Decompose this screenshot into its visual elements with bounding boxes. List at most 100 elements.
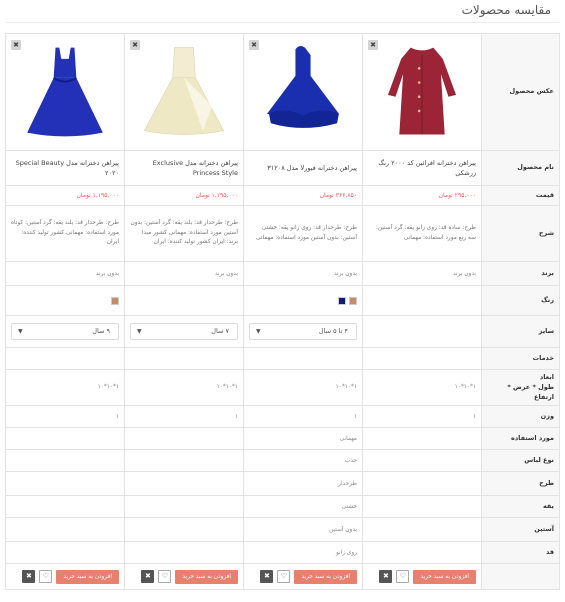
product-image-cell: ✖	[124, 33, 244, 151]
product-price-cell: ۱,۱۹۵,۰۰۰ تومان	[124, 185, 244, 206]
close-icon[interactable]: ✖	[260, 570, 274, 584]
product-sleeve-cell	[362, 517, 482, 543]
close-icon[interactable]: ✖	[130, 40, 140, 50]
row-length: قد روی زانو	[5, 541, 560, 565]
product-brand: بدون برند	[214, 270, 238, 277]
product-image-cell: ✖	[362, 33, 482, 151]
product-design-cell	[362, 471, 482, 497]
product-name-link[interactable]: پیراهن دخترانه فیورلا مدل ۳۱۲۰۸	[249, 163, 357, 173]
product-length-cell	[362, 541, 482, 565]
close-icon[interactable]: ✖	[379, 570, 393, 584]
heart-icon[interactable]: ♡	[277, 570, 291, 584]
product-price: ۲۹۵,۰۰۰ تومان	[438, 192, 476, 199]
row-dims: ابعاد طول * عرض * ارتفاع ۱۰*۱۰*۱ ۱۰*۱۰*۱ ۱۰…	[5, 368, 560, 407]
product-design-cell	[124, 471, 244, 497]
label-desc: شرح	[481, 205, 560, 262]
color-swatch[interactable]	[111, 296, 119, 305]
product-color-cell	[362, 285, 482, 316]
product-image[interactable]	[371, 40, 473, 144]
product-name-link[interactable]: پیراهن دخترانه مدل Exclusive Princess St…	[130, 158, 238, 178]
product-length-cell: روی زانو	[243, 541, 363, 565]
product-actions-cell: افزودن به سبد خرید ♡ ✖	[362, 563, 482, 591]
product-design-cell	[5, 471, 125, 497]
product-color-cell	[243, 285, 363, 316]
product-sleeve-cell	[5, 517, 125, 543]
add-to-cart-button[interactable]: افزودن به سبد خرید	[56, 569, 119, 584]
label-actions	[481, 563, 560, 591]
product-services-cell	[124, 347, 244, 370]
product-name-link[interactable]: پیراهن دخترانه افرائین کد ۲۰۰۰ رنگ زرشکی	[368, 158, 476, 178]
product-clothtype-cell	[5, 449, 125, 473]
product-image-cell: ✖	[243, 33, 363, 151]
product-brand-cell: بدون برند	[5, 261, 125, 286]
color-swatch[interactable]	[338, 296, 346, 305]
product-image[interactable]	[252, 40, 354, 144]
add-to-cart-button[interactable]: افزودن به سبد خرید	[294, 569, 357, 584]
size-select[interactable]: ۴ تا ۵ سال ▼	[249, 323, 357, 340]
label-color: رنگ	[481, 285, 560, 316]
product-price: ۱,۱۹۵,۰۰۰ تومان	[195, 192, 239, 199]
page-title: مقایسه محصولات	[461, 3, 551, 17]
product-sleeve-cell	[124, 517, 244, 543]
product-usage-cell	[124, 427, 244, 451]
size-select[interactable]: ۹ سال ▼	[11, 323, 119, 340]
product-weight: ۱	[353, 413, 357, 420]
product-dims: ۱۰*۱۰*۱	[216, 384, 238, 391]
product-image[interactable]	[14, 40, 116, 144]
product-price: ۱,۱۹۵,۰۰۰ تومان	[76, 192, 120, 199]
product-image[interactable]	[133, 40, 235, 144]
color-swatch[interactable]	[349, 296, 357, 305]
product-color-cell	[124, 285, 244, 316]
label-name: نام محصول	[481, 150, 560, 186]
product-services-cell	[5, 347, 125, 370]
product-actions-cell: افزودن به سبد خرید ♡ ✖	[243, 563, 363, 591]
product-collar-cell	[362, 495, 482, 519]
label-sleeve: آستین	[481, 517, 560, 543]
product-usage-cell	[5, 427, 125, 451]
label-clothtype: نوع لباس	[481, 449, 560, 473]
product-collar-cell	[5, 495, 125, 519]
label-weight: وزن	[481, 405, 560, 429]
product-brand: بدون برند	[333, 270, 357, 277]
dress-image-svg	[267, 46, 339, 128]
row-usage: مورد استفاده مهمانی	[5, 427, 560, 451]
row-desc: شرح طرح: ساده قد: روی زانو یقه: گرد آستین…	[5, 205, 560, 262]
row-image: عکس محصول ✖ ✖ ✖ ✖	[5, 33, 560, 151]
product-collar-cell: خشتی	[243, 495, 363, 519]
label-length: قد	[481, 541, 560, 565]
close-icon[interactable]: ✖	[11, 40, 21, 50]
product-color-cell	[5, 285, 125, 316]
close-icon[interactable]: ✖	[368, 40, 378, 50]
row-color: رنگ	[5, 285, 560, 316]
label-dims: ابعاد طول * عرض * ارتفاع	[481, 368, 560, 407]
product-desc: طرح: طرحدار قد: بلند یقه: گرد آستین: بدو…	[130, 219, 238, 246]
add-to-cart-button[interactable]: افزودن به سبد خرید	[175, 569, 238, 584]
product-actions-cell: افزودن به سبد خرید ♡ ✖	[124, 563, 244, 591]
close-icon[interactable]: ✖	[141, 570, 155, 584]
product-weight: ۱	[115, 413, 119, 420]
product-dims-cell: ۱۰*۱۰*۱	[5, 368, 125, 407]
add-to-cart-button[interactable]: افزودن به سبد خرید	[413, 569, 476, 584]
product-brand-cell: بدون برند	[124, 261, 244, 286]
product-design: طرحدار	[338, 480, 357, 487]
heart-icon[interactable]: ♡	[396, 570, 410, 584]
label-size: سایز	[481, 315, 560, 348]
size-select[interactable]: ۷ سال ▼	[130, 323, 238, 340]
dress-image-svg	[143, 47, 225, 135]
row-name: نام محصول پیراهن دخترانه افرائین کد ۲۰۰۰ …	[5, 150, 560, 186]
heart-icon[interactable]: ♡	[39, 570, 53, 584]
product-size-cell	[362, 315, 482, 348]
label-collar: یقه	[481, 495, 560, 519]
product-name-cell: پیراهن دخترانه مدل Exclusive Princess St…	[124, 150, 244, 186]
product-name-cell: پیراهن دخترانه افرائین کد ۲۰۰۰ رنگ زرشکی	[362, 150, 482, 186]
product-name-link[interactable]: پیراهن دخترانه مدل Special Beauty ۲۰۲۰	[11, 158, 119, 178]
product-sleeve: بدون آستین	[329, 526, 357, 533]
product-usage-cell	[362, 427, 482, 451]
product-weight-cell: ۱	[124, 405, 244, 429]
product-usage-cell: مهمانی	[243, 427, 363, 451]
close-icon[interactable]: ✖	[249, 40, 259, 50]
close-icon[interactable]: ✖	[22, 570, 36, 584]
product-weight-cell: ۱	[243, 405, 363, 429]
heart-icon[interactable]: ♡	[158, 570, 172, 584]
dress-image-svg	[387, 47, 457, 135]
